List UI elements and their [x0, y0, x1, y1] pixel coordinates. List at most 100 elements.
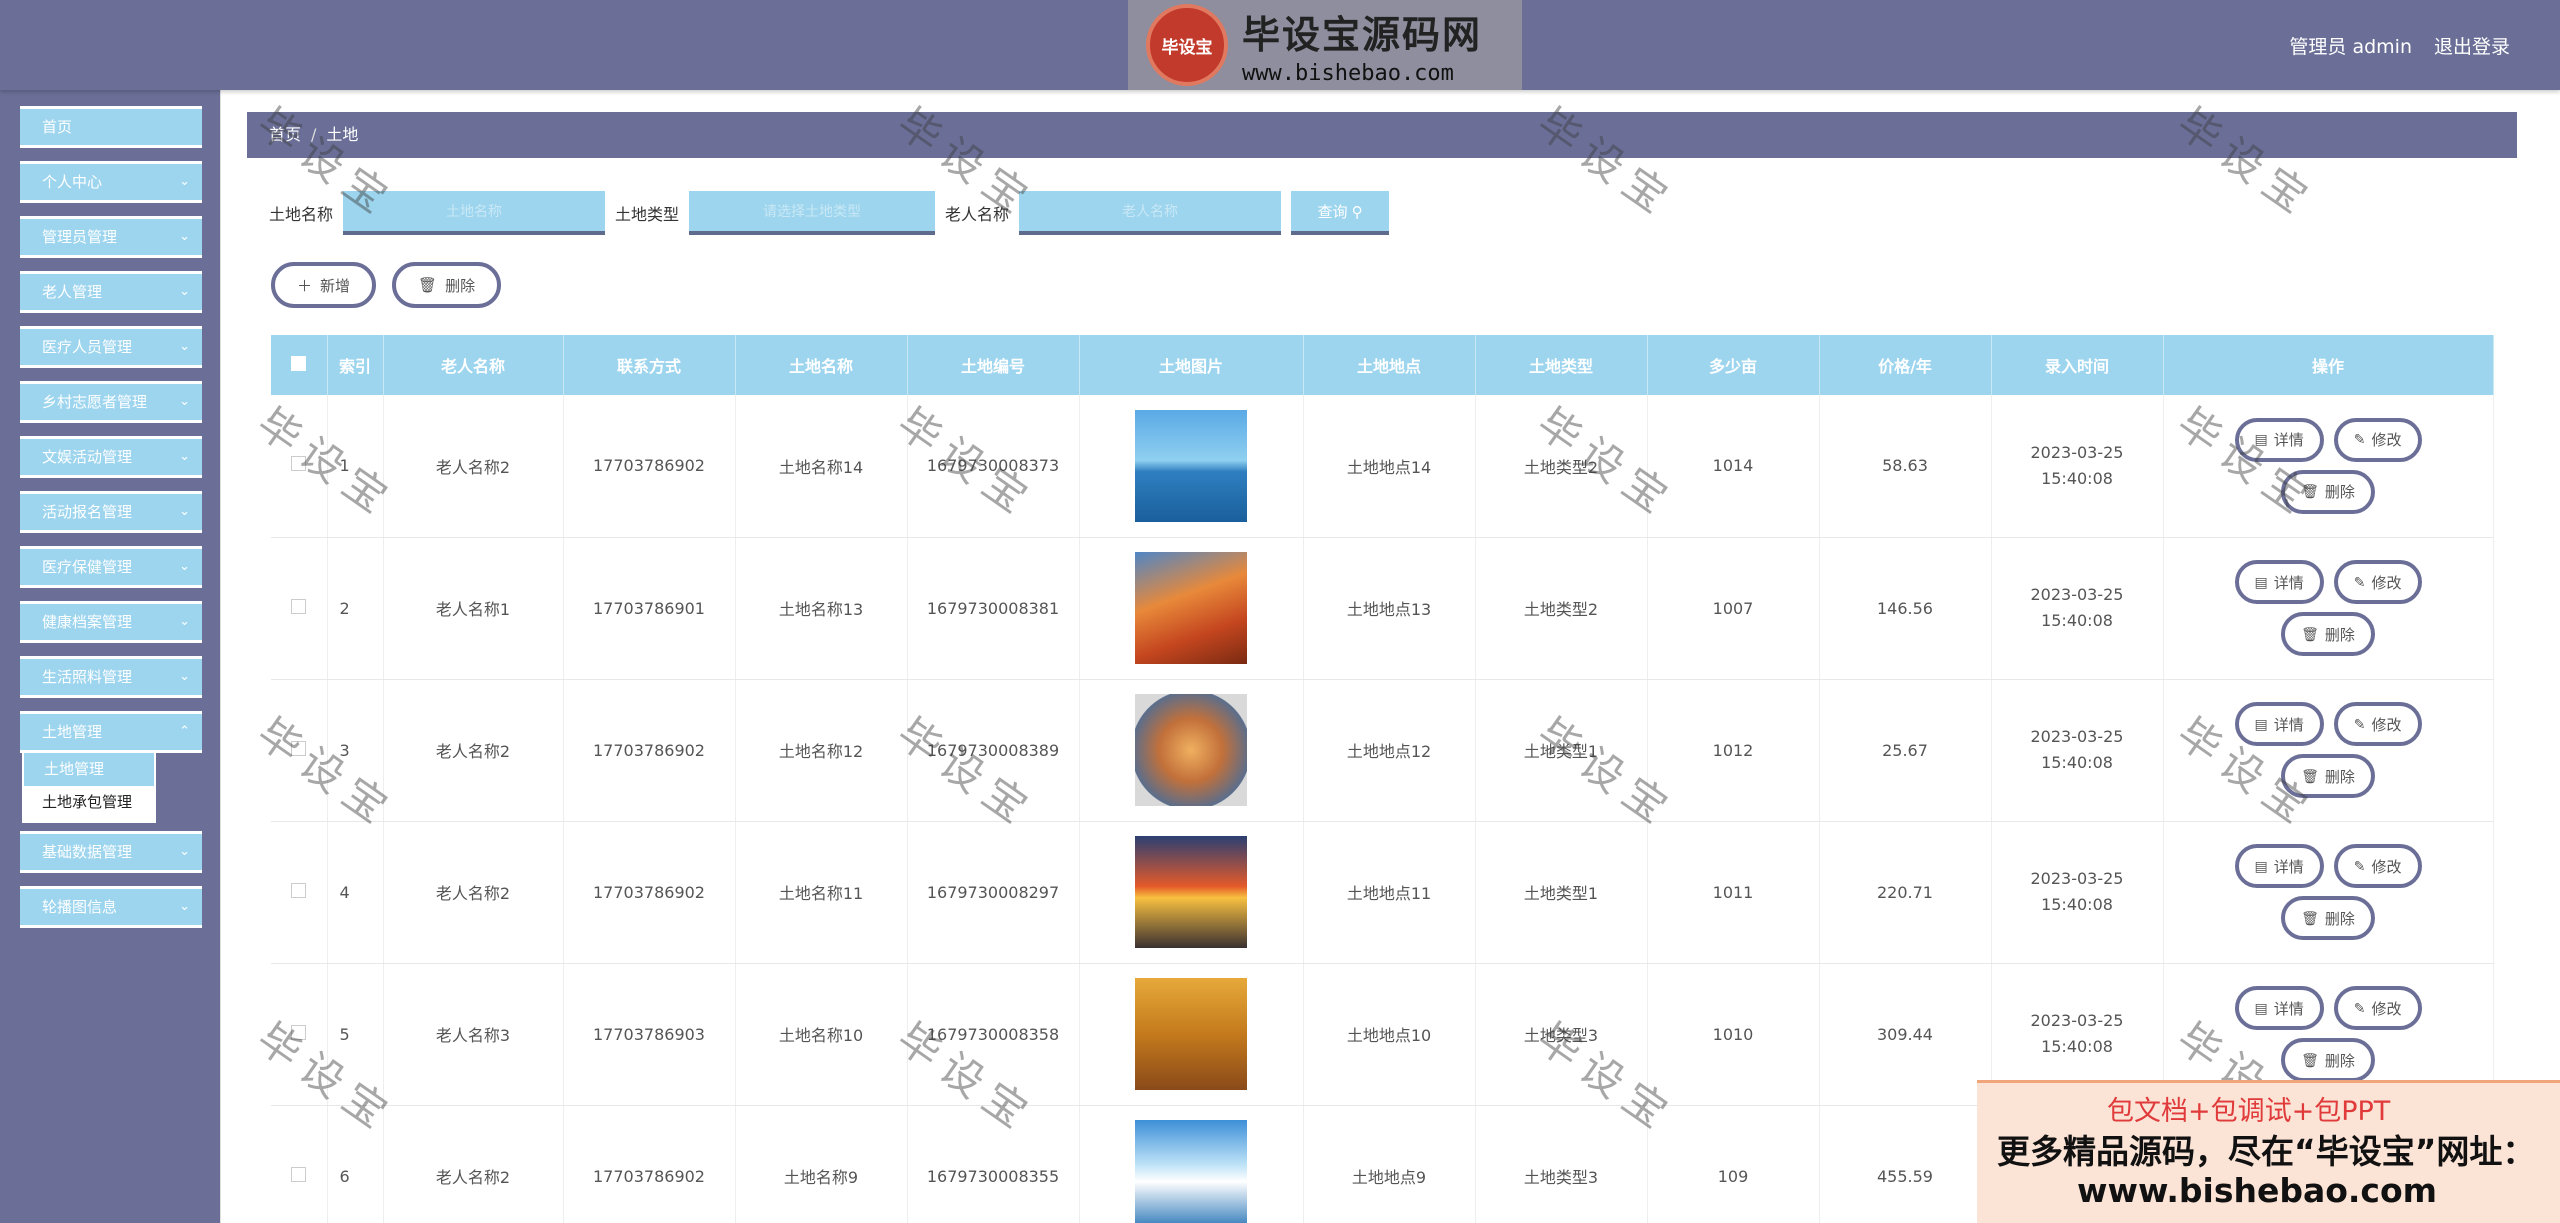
action-bar: ＋ 新增 🗑 删除 [271, 262, 517, 308]
header-land-name[interactable]: 土地名称 [735, 335, 908, 395]
header-land-code[interactable]: 土地编号 [907, 335, 1080, 395]
plus-icon: ＋ [297, 277, 313, 295]
batch-delete-button[interactable]: 🗑 删除 [392, 262, 502, 308]
promo-banner[interactable]: 包文档+包调试+包PPT 更多精品源码，尽在“毕设宝”网址： www.bishe… [1977, 1080, 2560, 1223]
detail-button[interactable]: ▤ 详情 [2234, 417, 2324, 462]
cell-index: 3 [327, 679, 384, 822]
land-thumbnail[interactable] [1135, 1120, 1247, 1223]
edit-button[interactable]: ✎ 修改 [2333, 844, 2422, 888]
sidebar-item-label: 文娱活动管理 [42, 448, 133, 466]
cell-mu: 109 [1647, 1105, 1820, 1223]
elder-name-input[interactable] [1019, 191, 1282, 235]
sidebar-item-label: 生活照料管理 [42, 668, 133, 686]
select-all-checkbox[interactable] [291, 355, 307, 371]
logout-link[interactable]: 退出登录 [2434, 32, 2510, 59]
document-icon: ▤ [2254, 857, 2268, 874]
edit-button[interactable]: ✎ 修改 [2333, 417, 2422, 462]
chevron-down-icon: ⌄ [179, 899, 190, 914]
sidebar-item-home[interactable]: 首页 [20, 106, 202, 148]
sidebar-item-elder[interactable]: 老人管理 ⌄ [20, 271, 202, 313]
cell-land-type: 土地类型2 [1475, 537, 1648, 680]
submenu-item-land[interactable]: 土地管理 [24, 753, 154, 786]
detail-button[interactable]: ▤ 详情 [2234, 560, 2324, 604]
sidebar-item-land[interactable]: 土地管理 ⌃ [20, 711, 202, 753]
header-mu[interactable]: 多少亩 [1647, 335, 1820, 395]
delete-button[interactable]: 🗑 删除 [2281, 469, 2375, 514]
sidebar-item-label: 轮播图信息 [42, 898, 118, 916]
header-ops: 操作 [2163, 335, 2494, 395]
edit-label: 修改 [2371, 574, 2402, 592]
land-thumbnail[interactable] [1135, 978, 1247, 1090]
trash-icon: 🗑 [2301, 767, 2319, 784]
sidebar-item-base-data[interactable]: 基础数据管理 ⌄ [20, 831, 202, 873]
land-thumbnail[interactable] [1135, 409, 1247, 522]
promo-line-3: www.bishebao.com [2077, 1171, 2438, 1210]
cell-land-code: 1679730008355 [907, 1105, 1080, 1223]
search-bar: 土地名称 土地类型 老人名称 查询 ⚲ [269, 190, 1390, 236]
cell-land-image [1079, 821, 1304, 964]
row-select-cell [271, 537, 328, 680]
row-checkbox[interactable] [291, 1024, 307, 1040]
sidebar-item-carousel[interactable]: 轮播图信息 ⌄ [20, 886, 202, 928]
delete-button[interactable]: 🗑 删除 [2281, 896, 2375, 940]
header-elder[interactable]: 老人名称 [383, 335, 564, 395]
sidebar-item-volunteer[interactable]: 乡村志愿者管理 ⌄ [20, 381, 202, 423]
sidebar-item-admin[interactable]: 管理员管理 ⌄ [20, 216, 202, 258]
cell-index: 5 [327, 963, 384, 1106]
sidebar-item-profile[interactable]: 个人中心 ⌄ [20, 161, 202, 203]
sidebar-item-life-care[interactable]: 生活照料管理 ⌄ [20, 656, 202, 698]
delete-button[interactable]: 🗑 删除 [2281, 1038, 2375, 1082]
sidebar-item-signup[interactable]: 活动报名管理 ⌄ [20, 491, 202, 533]
cell-land-place: 土地地点9 [1303, 1105, 1476, 1223]
land-name-input[interactable] [343, 191, 606, 235]
header-index[interactable]: 索引 [327, 335, 384, 395]
edit-button[interactable]: ✎ 修改 [2333, 702, 2422, 746]
land-type-select[interactable] [689, 191, 936, 235]
add-button[interactable]: ＋ 新增 [271, 262, 377, 308]
sidebar-item-healthcare[interactable]: 医疗保健管理 ⌄ [20, 546, 202, 588]
row-checkbox[interactable] [291, 598, 307, 614]
edit-label: 修改 [2371, 1000, 2402, 1018]
header-land-image[interactable]: 土地图片 [1079, 335, 1304, 395]
header-land-type[interactable]: 土地类型 [1475, 335, 1648, 395]
detail-button[interactable]: ▤ 详情 [2234, 844, 2324, 888]
sidebar-item-medical-staff[interactable]: 医疗人员管理 ⌄ [20, 326, 202, 368]
land-thumbnail[interactable] [1135, 836, 1247, 948]
header-price[interactable]: 价格/年 [1819, 335, 1992, 395]
cell-land-name: 土地名称11 [735, 821, 908, 964]
cell-land-image [1079, 395, 1304, 538]
query-button[interactable]: 查询 ⚲ [1291, 191, 1390, 235]
document-icon: ▤ [2254, 573, 2268, 590]
edit-button[interactable]: ✎ 修改 [2333, 560, 2422, 604]
elder-name-label: 老人名称 [945, 205, 1010, 224]
header-phone[interactable]: 联系方式 [563, 335, 736, 395]
cell-phone: 17703786903 [563, 963, 736, 1106]
detail-button[interactable]: ▤ 详情 [2234, 702, 2324, 746]
land-thumbnail[interactable] [1135, 694, 1247, 806]
delete-button[interactable]: 🗑 删除 [2281, 754, 2375, 798]
top-header: 毕设宝 毕设宝源码网 www.bishebao.com 管理员 admin 退出… [0, 0, 2560, 90]
cell-land-name: 土地名称14 [735, 395, 908, 538]
header-land-place[interactable]: 土地地点 [1303, 335, 1476, 395]
cell-land-type: 土地类型1 [1475, 821, 1648, 964]
trash-icon: 🗑 [2301, 625, 2319, 642]
cell-land-code: 1679730008373 [907, 395, 1080, 538]
sidebar-item-health-record[interactable]: 健康档案管理 ⌄ [20, 601, 202, 643]
header-time[interactable]: 录入时间 [1991, 335, 2164, 395]
add-label: 新增 [320, 277, 351, 295]
sidebar-item-activity[interactable]: 文娱活动管理 ⌄ [20, 436, 202, 478]
edit-button[interactable]: ✎ 修改 [2333, 986, 2422, 1030]
logo-title: 毕设宝源码网 [1242, 13, 1483, 57]
row-checkbox[interactable] [291, 1166, 307, 1182]
row-checkbox[interactable] [291, 456, 307, 472]
submenu-item-land-contract[interactable]: 土地承包管理 [22, 786, 156, 819]
detail-button[interactable]: ▤ 详情 [2234, 986, 2324, 1030]
land-thumbnail[interactable] [1135, 552, 1247, 664]
delete-button[interactable]: 🗑 删除 [2281, 612, 2375, 656]
table-row: 1 老人名称2 17703786902 土地名称14 1679730008373 土地地点… [271, 395, 2494, 538]
row-checkbox[interactable] [291, 740, 307, 756]
breadcrumb-separator: / [311, 125, 317, 144]
sidebar-item-label: 医疗人员管理 [42, 338, 133, 356]
row-checkbox[interactable] [291, 882, 307, 898]
breadcrumb-home[interactable]: 首页 [269, 125, 301, 144]
